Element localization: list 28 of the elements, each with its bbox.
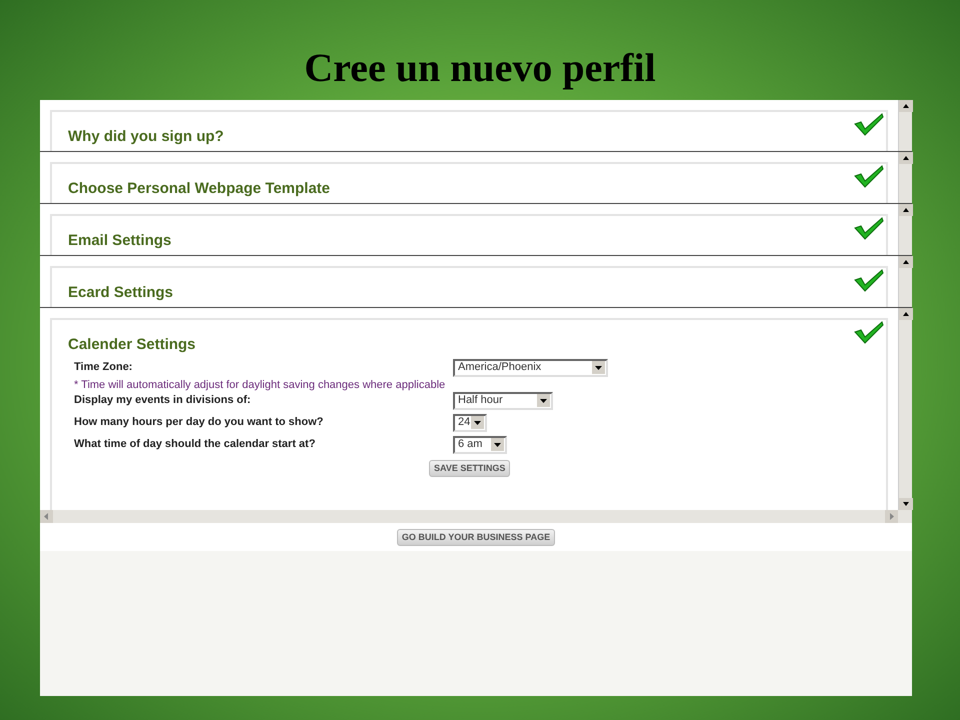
scrollbar[interactable] [898,256,912,307]
scroll-up-icon[interactable] [899,256,913,268]
section-heading: Choose Personal Webpage Template [68,179,330,199]
scrollbar[interactable] [898,100,912,151]
section-heading: Ecard Settings [68,283,174,303]
dropdown-field[interactable]: Half hour [453,392,553,410]
build-business-page-button[interactable]: GO BUILD YOUR BUSINESS PAGE [396,528,556,546]
scrollbar[interactable] [898,204,912,255]
scrollbar[interactable] [898,152,912,203]
scroll-up-icon[interactable] [899,100,913,112]
section-heading: Why did you sign up? [68,127,224,147]
dropdown-field[interactable]: 6 am [453,436,507,454]
save-settings-button[interactable]: SAVE SETTINGS [429,460,510,476]
scroll-up-icon[interactable] [899,308,913,320]
section-heading: Email Settings [68,231,172,251]
scroll-up-icon[interactable] [899,152,913,164]
field-label: What time of day should the calendar start at? [74,436,316,452]
field-label: Time Zone: [74,360,134,374]
field-label: How many hours per day do you want to show? [74,414,324,430]
dropdown-field[interactable]: America/Phoenix [453,358,608,376]
slide-title: Cree un nuevo perfil [303,44,657,92]
note-text: * Time will automatically adjust for daylight saving changes where applicable [74,378,446,392]
scroll-up-icon[interactable] [899,204,913,216]
scrollbar[interactable] [898,308,912,510]
field-label: Display my events in divisions of: [74,392,252,408]
dropdown-field[interactable]: 24 [453,414,487,432]
section-heading: Calender Settings [68,335,196,355]
scroll-down-icon[interactable] [899,498,913,510]
